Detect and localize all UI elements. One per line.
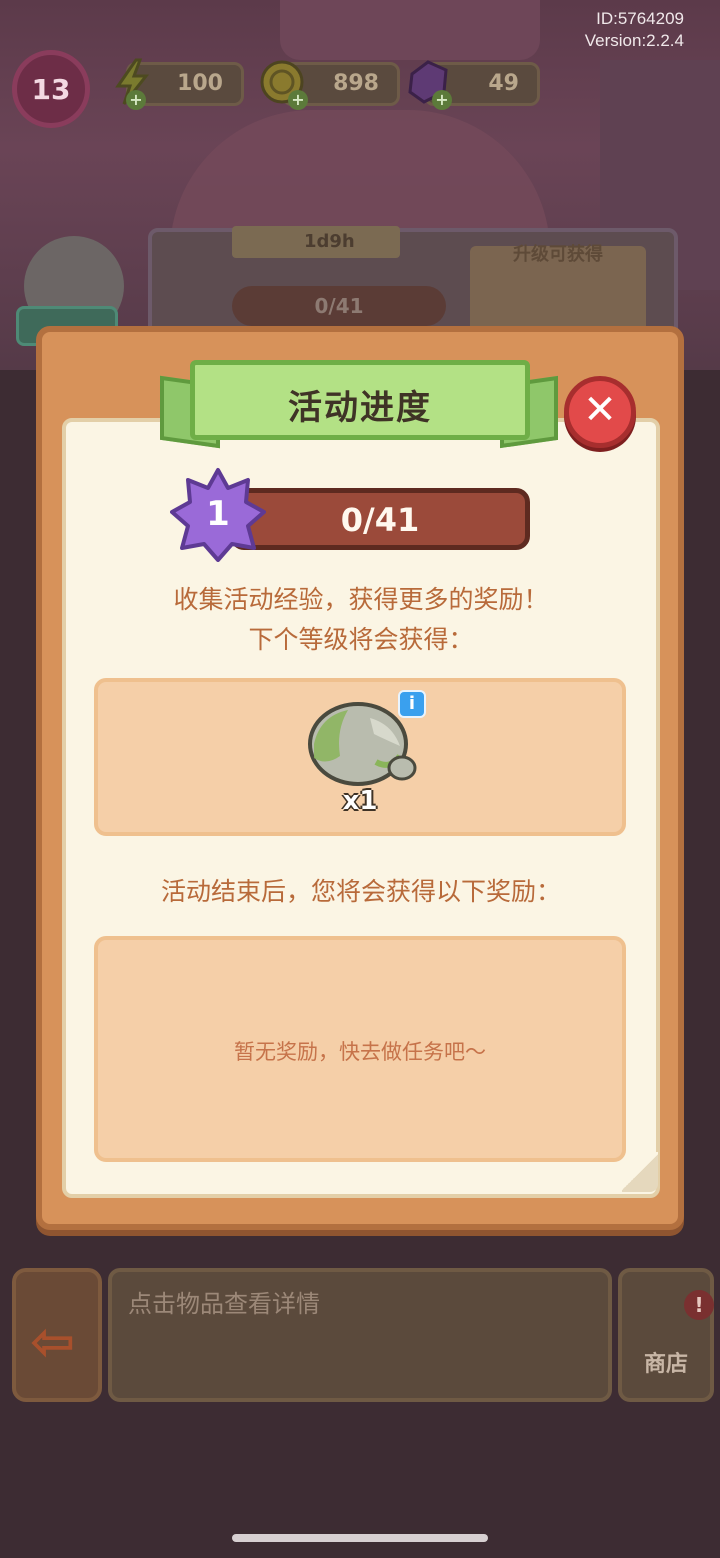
reward-quantity: x1 [342,786,378,816]
shop-label: 商店 [643,1352,688,1377]
player-id: ID:5764209 [596,9,684,28]
paper-curl-decoration [622,1152,658,1192]
no-reward-text: 暂无奖励，快去做任务吧～ [234,1040,486,1064]
background-progress-bar: 0/41 [232,286,446,326]
title-ribbon: 活动进度 [190,360,530,440]
close-icon: ✕ [583,387,617,433]
exit-button[interactable]: ⇦ [12,1268,102,1402]
event-progress-bar: 0/41 [230,488,530,550]
progress-text: 0/41 [340,501,420,539]
close-button[interactable]: ✕ [564,376,636,448]
version-text: Version:2.2.4 [584,31,684,50]
background-reward-title: 升级可获得 [513,244,603,265]
background-progress-text: 0/41 [314,294,364,318]
background-decoration [280,0,540,60]
add-energy-button[interactable]: + [126,90,146,110]
build-info: ID:5764209 Version:2.2.4 [585,8,684,52]
coin-value: 898 [333,71,379,96]
event-timer-text: 1d9h [304,231,355,252]
modal-title: 活动进度 [288,388,432,428]
player-level-badge[interactable]: 13 [12,50,90,128]
end-reward-description: 活动结束后，您将会获得以下奖励： [160,877,561,906]
player-level: 13 [31,73,71,106]
info-icon[interactable]: i [398,690,426,718]
shop-alert-badge: ! [684,1290,714,1320]
event-level: 1 [206,494,230,534]
shop-button[interactable]: ! 商店 [618,1268,714,1402]
event-timer: 1d9h [232,226,400,258]
next-level-description: 下个等级将会获得： [248,625,474,654]
item-detail-box: 点击物品查看详情 [108,1268,612,1402]
add-gems-button[interactable]: + [432,90,452,110]
add-coins-button[interactable]: + [288,90,308,110]
exit-arrow-icon: ⇦ [30,1310,76,1373]
item-detail-placeholder: 点击物品查看详情 [128,1290,320,1318]
energy-value: 100 [177,71,223,96]
collect-description: 收集活动经验，获得更多的奖励！ [173,585,549,614]
home-indicator[interactable] [232,1534,488,1542]
gem-value: 49 [488,71,519,96]
